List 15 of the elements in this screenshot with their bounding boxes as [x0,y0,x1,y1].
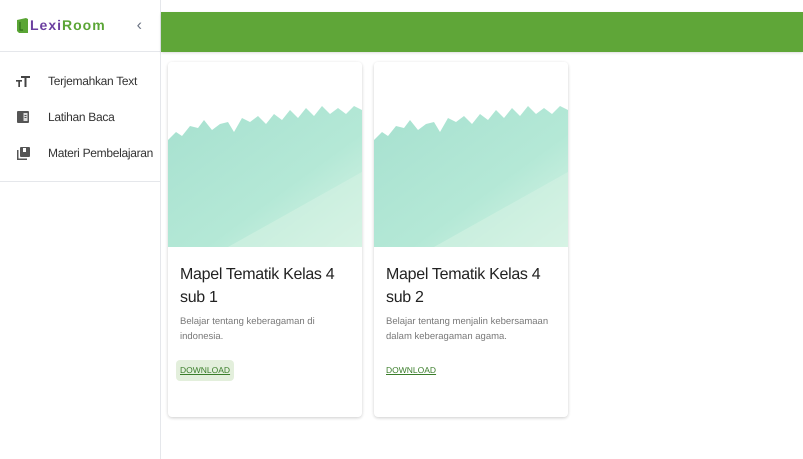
card-title: Mapel Tematik Kelas 4 sub 2 [386,265,542,308]
nav-link[interactable]: Materi Pembelajaran [48,144,154,162]
nav-link[interactable]: Latihan Baca [48,108,114,126]
download-button[interactable]: DOWNLOAD [382,360,440,381]
collapse-button[interactable]: ‹ [136,18,142,34]
book-logo-icon [17,18,28,33]
stacked-books-icon [16,146,30,160]
book-icon [17,111,29,123]
download-button[interactable]: DOWNLOAD [176,360,234,381]
nav-link[interactable]: Terjemahkan Text [48,72,138,90]
card-description: Belajar tentang keberagaman di indonesia. [180,315,316,344]
card-title: Mapel Tematik Kelas 4 sub 1 [180,265,336,308]
app-logo: Lexi Room [30,16,106,35]
text-size-icon [16,75,30,87]
card-description: Belajar tentang menjalin kebersamaan dalam keberagaman agama. [386,315,550,344]
